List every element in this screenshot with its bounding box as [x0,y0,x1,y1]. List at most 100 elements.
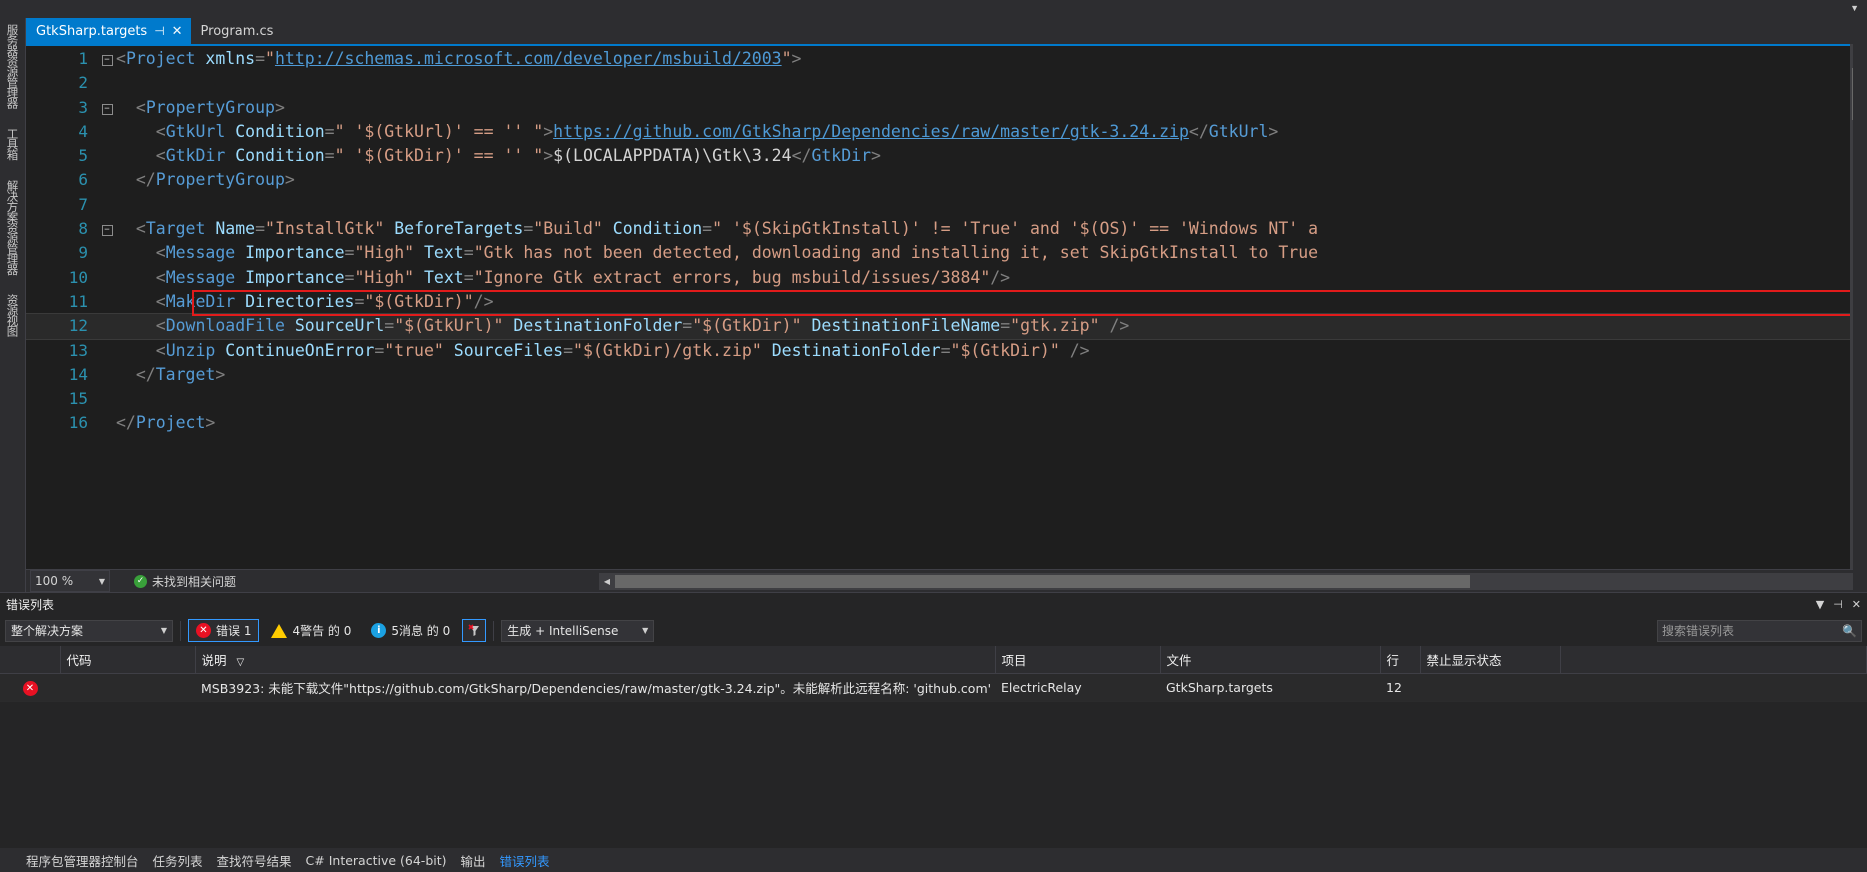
error-table-container[interactable]: 代码 说明 ▽ 项目 文件 行 禁止显示状态 ✕ MSB3923: 未能下载文件"… [0,646,1867,839]
pin-icon[interactable]: ⊣ [1833,598,1843,611]
fold-collapse-icon[interactable]: − [98,96,116,120]
code-token: < [155,121,166,141]
code-token[interactable]: https://github.com/GtkSharp/Dependencies… [553,122,1189,141]
scroll-left-icon[interactable]: ◀ [599,577,615,586]
line-number: 1 [78,49,88,68]
code-line[interactable]: 12 <DownloadFile SourceUrl="$(GtkUrl)" D… [26,313,1867,340]
chevron-down-icon[interactable]: ▼ [1816,598,1824,611]
code-line[interactable]: 16 </Project> [26,411,1867,435]
build-filter-selector[interactable]: 生成 + IntelliSense ▼ [501,619,655,642]
bottom-tab-3[interactable]: C# Interactive (64-bit) [306,853,447,868]
col-line[interactable]: 行 [1380,646,1421,674]
code-line[interactable]: 9 <Message Importance="High" Text="Gtk h… [26,241,1867,265]
filter-warnings-button[interactable]: 4警告 的 0 [263,619,359,642]
code-token: DestinationFolder [771,340,941,360]
bottom-tab-0[interactable]: 程序包管理器控制台 [26,851,139,870]
code-line[interactable]: 10 <Message Importance="High" Text="Igno… [26,266,1867,290]
filter-errors-button[interactable]: ✕ 错误 1 [188,619,260,642]
error-list-toolbar: 整个解决方案 ▼ ✕ 错误 1 4警告 的 0 i 5消息 的 0 生成 + I… [0,616,1867,645]
code-token: "$(GtkDir)" [950,340,1060,360]
clear-filter-button[interactable] [462,619,487,642]
code-line[interactable]: 14 </Target> [26,363,1867,387]
editor-text-surface[interactable]: 1− <Project xmlns="http://schemas.microso… [26,44,1867,569]
table-row[interactable]: ✕ MSB3923: 未能下载文件"https://github.com/GtkS… [0,673,1867,702]
code-token: "true" [384,340,444,360]
code-token: < [155,267,166,287]
chevron-down-icon[interactable]: ▼ [99,577,105,586]
col-description[interactable]: 说明 ▽ [195,646,996,674]
code-token: $(LOCALAPPDATA)\Gtk\3.24 [553,146,792,166]
bottom-tab-2[interactable]: 查找符号结果 [217,851,292,870]
col-code[interactable]: 代码 [60,646,196,674]
code-line[interactable]: 3− <PropertyGroup> [26,96,1867,120]
code-line[interactable]: 2 [26,71,1867,95]
close-icon[interactable]: ✕ [172,25,183,38]
code-line[interactable]: 7 [26,193,1867,217]
sidebar-item-resource-view[interactable]: 资源视图 [5,288,21,342]
editor-horizontal-scrollbar[interactable]: ◀ ▶ [599,572,1867,590]
col-severity[interactable] [0,646,61,674]
chevron-down-icon[interactable]: ▼ [161,626,167,635]
chevron-down-icon[interactable]: ▼ [642,626,648,635]
code-token: </ [116,413,136,433]
code-lines[interactable]: 1− <Project xmlns="http://schemas.microso… [26,47,1867,569]
sidebar-item-server-explorer[interactable]: 服务器资源管理器 [5,18,21,114]
sidebar-item-solution-explorer[interactable]: 解决方案资源管理器 [5,174,21,281]
code-token: " '$(GtkDir)' == '' " [334,146,544,166]
code-line[interactable]: 13 <Unzip ContinueOnError="true" SourceF… [26,339,1867,363]
scope-value: 整个解决方案 [11,624,84,638]
code-token: Unzip [165,340,216,360]
bottom-tab-5[interactable]: 错误列表 [500,851,550,870]
scrollbar-thumb[interactable] [615,574,1470,588]
fold-collapse-icon[interactable]: − [98,47,116,71]
sidebar-item-toolbox[interactable]: 工具箱 [5,122,21,166]
tab-label: Program.cs [200,23,274,39]
fold-collapse-icon[interactable]: − [98,217,116,241]
bottom-tab-1[interactable]: 任务列表 [153,851,203,870]
code-token[interactable]: http://schemas.microsoft.com/developer/m… [275,49,782,68]
code-token: SourceFiles [453,340,564,360]
search-error-list[interactable]: 搜索错误列表 🔍 [1657,619,1862,642]
close-icon[interactable]: ✕ [1852,598,1861,611]
col-suppression[interactable]: 禁止显示状态 [1420,646,1561,674]
code-token: = [324,121,335,141]
scope-selector[interactable]: 整个解决方案 ▼ [5,619,173,642]
bottom-tab-4[interactable]: 输出 [461,851,486,870]
row-code [60,673,195,702]
tab-gtksharp-targets[interactable]: GtkSharp.targets ⊣ ✕ [26,18,191,44]
code-line[interactable]: 8− <Target Name="InstallGtk" BeforeTarge… [26,217,1867,241]
pin-icon[interactable]: ⊣ [154,25,164,37]
code-token: > [1268,121,1279,141]
error-list-titlebar: 错误列表 ▼ ⊣ ✕ [0,593,1867,616]
filter-messages-button[interactable]: i 5消息 的 0 [363,619,458,642]
code-line[interactable]: 5 <GtkDir Condition=" '$(GtkDir)' == '' … [26,144,1867,168]
line-number: 3 [78,97,88,117]
code-token: " [781,49,792,68]
code-token: = [940,340,951,360]
code-token: "Ignore Gtk extract errors, bug msbuild/… [473,267,991,287]
code-token: < [155,340,166,360]
chevron-down-icon[interactable]: ▼ [1850,3,1859,13]
search-icon[interactable]: 🔍 [1842,624,1857,638]
code-line[interactable]: 11 <MakeDir Directories="$(GtkDir)"/> [26,290,1867,314]
clear-filter-icon [468,624,479,636]
tab-program-cs[interactable]: Program.cs [190,18,282,44]
code-line[interactable]: 1− <Project xmlns="http://schemas.microso… [26,47,1867,71]
code-line[interactable]: 15 [26,387,1867,411]
code-line[interactable]: 4 <GtkUrl Condition=" '$(GtkUrl)' == '' … [26,120,1867,144]
code-line[interactable]: 6 </PropertyGroup> [26,168,1867,192]
col-file[interactable]: 文件 [1160,646,1381,674]
search-input[interactable]: 搜索错误列表 [1662,622,1734,639]
bottom-tool-tabs: 程序包管理器控制台 任务列表 查找符号结果 C# Interactive (64-bi… [0,848,1867,872]
code-token: Message [165,243,236,263]
code-token: = [384,316,395,336]
toolbar-divider [180,620,181,641]
col-project[interactable]: 项目 [995,646,1161,674]
document-tabstrip: GtkSharp.targets ⊣ ✕ Program.cs ▼ [26,18,1867,44]
zoom-selector[interactable]: 100 % ▼ [30,570,110,592]
